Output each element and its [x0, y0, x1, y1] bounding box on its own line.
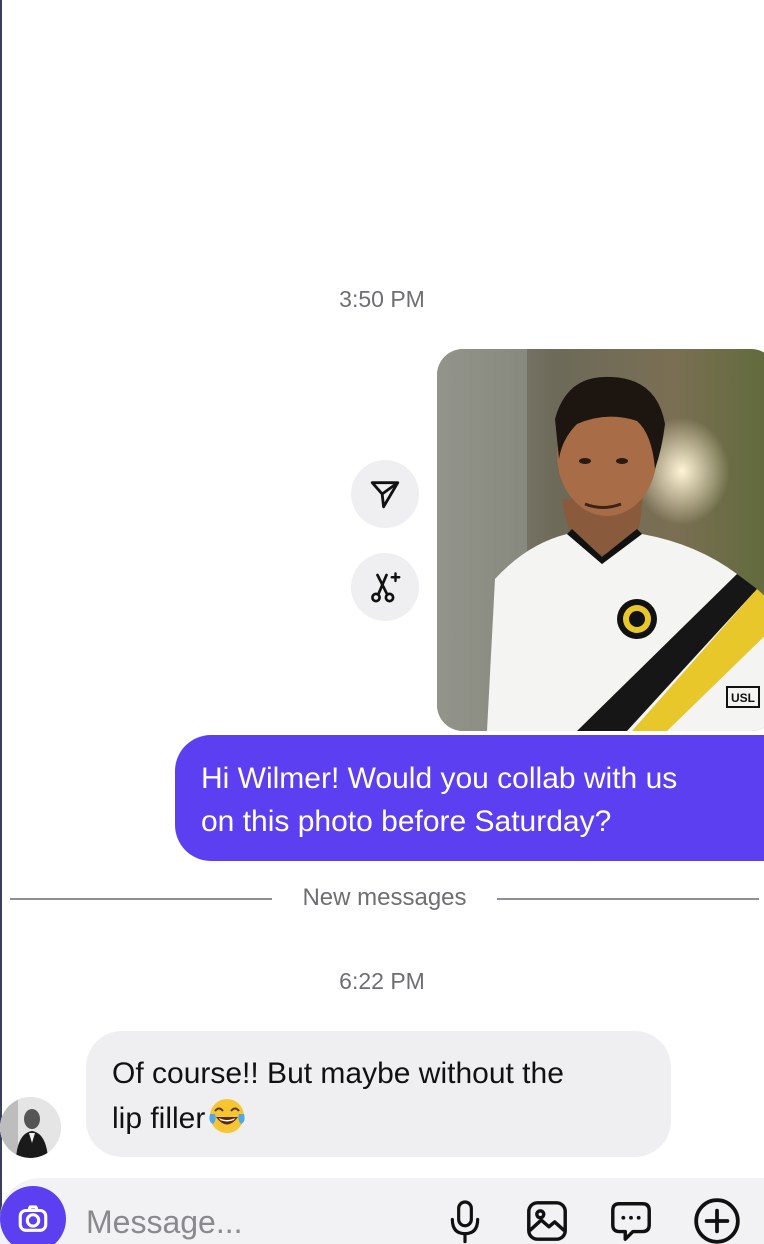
avatar-image — [0, 1097, 61, 1158]
outgoing-message-bubble[interactable]: Hi Wilmer! Would you collab with us on t… — [175, 735, 764, 861]
plus-circle-icon — [694, 1198, 740, 1244]
incoming-message-line-1: Of course!! But maybe without the — [112, 1057, 564, 1090]
camera-button[interactable] — [0, 1186, 66, 1244]
face-with-tears-of-joy-icon — [209, 1099, 245, 1134]
add-button[interactable] — [692, 1196, 742, 1244]
microphone-icon — [450, 1200, 480, 1244]
paper-plane-icon — [370, 481, 400, 509]
sticker-button[interactable] — [606, 1196, 656, 1244]
divider-line-left — [10, 898, 272, 900]
message-bubble-icon — [611, 1202, 651, 1241]
incoming-message-line-2: lip filler — [112, 1102, 206, 1135]
share-button[interactable] — [351, 460, 419, 528]
gallery-button[interactable] — [522, 1196, 572, 1244]
dm-conversation-screen: 3:50 PM USL Hi Wilmer! Would you collab … — [0, 0, 764, 1244]
message-timestamp: 6:22 PM — [339, 968, 425, 994]
remix-button[interactable] — [351, 553, 419, 621]
message-timestamp: 3:50 PM — [339, 286, 425, 312]
microphone-button[interactable] — [440, 1196, 490, 1244]
incoming-message-bubble[interactable]: Of course!! But maybe without the lip fi… — [86, 1031, 671, 1157]
outgoing-message-line-1: Hi Wilmer! Would you collab with us — [201, 762, 678, 795]
shared-photo[interactable]: USL — [437, 349, 764, 731]
outgoing-message-line-2: on this photo before Saturday? — [201, 805, 612, 838]
divider-line-right — [497, 898, 759, 900]
camera-icon — [18, 1205, 48, 1232]
sender-avatar[interactable] — [0, 1097, 61, 1158]
message-input[interactable] — [86, 1200, 386, 1244]
window-edge — [0, 0, 2, 1244]
remix-scissors-icon — [371, 572, 401, 603]
jersey-badge: USL — [731, 691, 755, 705]
new-messages-divider-label: New messages — [302, 884, 467, 911]
player-photo-image: USL — [437, 349, 764, 731]
image-icon — [527, 1201, 567, 1241]
